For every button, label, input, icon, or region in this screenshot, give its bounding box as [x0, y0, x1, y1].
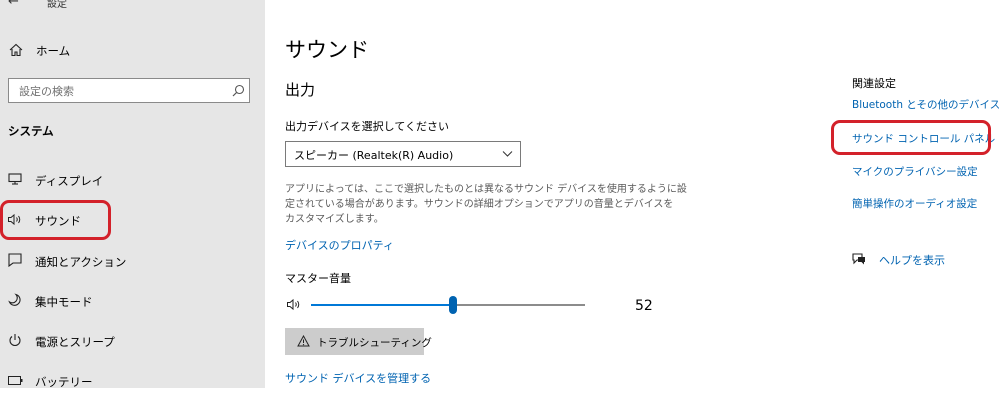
home-icon — [9, 43, 23, 57]
related-link-audio-ease-of-access[interactable]: 簡単操作のオーディオ設定 — [852, 196, 977, 211]
sidebar: ← 設定 ホーム 設定の検索 システム ディスプレイ サウンド 通知とアクション… — [0, 0, 265, 389]
output-device-select[interactable]: スピーカー (Realtek(R) Audio) — [285, 141, 521, 167]
help-chat-icon — [852, 253, 865, 265]
output-description-line1: アプリによっては、ここで選択したものとは異なるサウンド デバイスを使用するように… — [285, 184, 687, 195]
moon-icon — [8, 293, 21, 306]
main-content: – サウンド 出力 出力デバイスを選択してください スピーカー (Realtek… — [265, 0, 1000, 388]
section-title: システム — [8, 124, 54, 138]
sidebar-item-label: 集中モード — [35, 295, 93, 309]
back-button[interactable]: ← — [8, 0, 19, 9]
sidebar-item-notifications[interactable]: 通知とアクション — [0, 248, 265, 274]
sidebar-item-power[interactable]: 電源とスリープ — [0, 328, 265, 354]
battery-icon — [8, 376, 23, 385]
display-icon — [8, 173, 22, 185]
related-link-bluetooth[interactable]: Bluetooth とその他のデバイス — [852, 97, 1000, 112]
power-icon — [9, 334, 21, 347]
sidebar-item-label: 通知とアクション — [35, 255, 127, 269]
help-label: ヘルプを表示 — [879, 254, 945, 267]
sidebar-item-display[interactable]: ディスプレイ — [0, 167, 265, 193]
home-nav-item[interactable]: ホーム — [0, 38, 265, 64]
sidebar-item-focus[interactable]: 集中モード — [0, 288, 265, 314]
window-title: 設定 — [47, 0, 67, 10]
home-label: ホーム — [36, 44, 71, 58]
warning-icon — [297, 335, 310, 347]
sidebar-item-label: ディスプレイ — [35, 174, 104, 188]
troubleshoot-label: トラブルシューティング — [317, 337, 432, 349]
volume-value: 52 — [635, 298, 653, 314]
highlight-outline-sound — [0, 200, 111, 240]
output-description-line2: 定されている場合があります。サウンドの詳細オプションでアプリの音量とデバイスを — [285, 199, 674, 210]
sidebar-item-label: 電源とスリープ — [35, 335, 115, 349]
search-input[interactable]: 設定の検索 — [8, 78, 250, 103]
manage-devices-link[interactable]: サウンド デバイスを管理する — [285, 370, 431, 386]
related-link-mic-privacy[interactable]: マイクのプライバシー設定 — [852, 164, 978, 179]
search-icon — [232, 84, 245, 97]
notification-icon — [8, 253, 22, 267]
help-link[interactable]: ヘルプを表示 — [852, 251, 952, 269]
slider-fill — [311, 304, 453, 306]
highlight-outline-control-panel — [831, 120, 991, 155]
minimize-button[interactable]: – — [968, 0, 974, 6]
search-placeholder: 設定の検索 — [19, 85, 74, 98]
sidebar-item-battery[interactable]: バッテリー — [0, 368, 265, 394]
chevron-down-icon — [502, 151, 513, 157]
troubleshoot-button[interactable]: トラブルシューティング — [285, 328, 432, 355]
output-device-value: スピーカー (Realtek(R) Audio) — [294, 149, 454, 162]
master-volume-label: マスター音量 — [285, 272, 351, 285]
slider-thumb[interactable] — [449, 296, 457, 314]
related-settings-heading: 関連設定 — [852, 77, 896, 90]
device-properties-link[interactable]: デバイスのプロパティ — [285, 237, 394, 253]
device-prompt: 出力デバイスを選択してください — [285, 120, 450, 133]
output-description-line3: カスタマイズします。 — [285, 214, 384, 225]
speaker-icon[interactable] — [286, 298, 302, 311]
output-heading: 出力 — [285, 81, 316, 99]
page-title: サウンド — [285, 38, 369, 62]
volume-slider[interactable] — [311, 296, 585, 314]
